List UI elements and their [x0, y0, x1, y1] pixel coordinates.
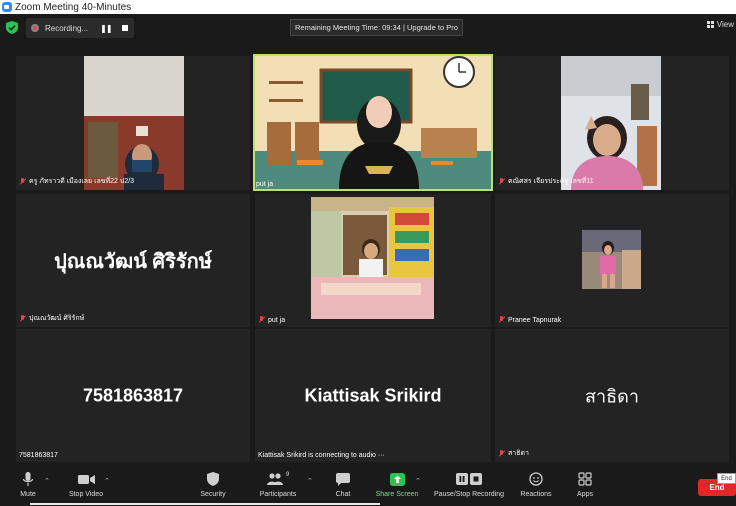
share-screen-arrow-icon	[389, 472, 405, 486]
apps-button[interactable]: Apps	[572, 471, 598, 498]
microphone-icon	[23, 471, 33, 486]
view-button[interactable]: View	[706, 20, 734, 29]
grid-view-icon	[706, 21, 714, 28]
participant-tile[interactable]: 7581863817 7581863817	[16, 329, 250, 462]
participant-tile[interactable]: สาธิดา สาธิดา	[495, 329, 729, 462]
muted-mic-icon	[498, 316, 505, 324]
muted-mic-icon	[19, 314, 26, 323]
video-options-caret-icon[interactable]: ⌃	[104, 477, 110, 485]
participants-icon	[266, 473, 283, 485]
mute-button[interactable]: Mute	[14, 471, 42, 498]
security-shield-icon	[207, 472, 219, 486]
stop-video-button[interactable]: Stop Video	[64, 471, 108, 498]
participant-tile-active-speaker[interactable]: put ja	[253, 54, 493, 191]
participant-display-name: 7581863817	[82, 385, 184, 405]
meeting-topbar: Recording... ❚❚ Remaining Meeting Time: …	[0, 14, 736, 41]
participant-video	[582, 230, 641, 289]
participants-options-caret-icon[interactable]: ⌃	[307, 477, 313, 485]
zoom-logo-icon	[2, 2, 12, 12]
muted-mic-icon	[498, 177, 505, 186]
muted-mic-icon	[258, 316, 265, 324]
shield-icon[interactable]	[6, 21, 18, 34]
pause-stop-recording-button[interactable]: Pause/Stop Recording	[430, 471, 508, 498]
muted-mic-icon	[498, 449, 505, 458]
pause-recording-icon[interactable]: ❚❚	[100, 24, 112, 33]
recording-label: Recording...	[45, 23, 89, 33]
participant-name: สาธิดา	[498, 448, 529, 459]
participant-name: put ja	[258, 316, 285, 324]
participant-display-name: ปุณณวัฒน์ ศิริรักษ์	[54, 250, 212, 273]
share-options-caret-icon[interactable]: ⌃	[415, 477, 421, 485]
apps-icon	[578, 472, 592, 486]
participant-video	[311, 197, 434, 319]
view-label: View	[716, 20, 734, 29]
recording-indicator: Recording... ❚❚	[26, 18, 134, 38]
video-gallery: ครู ภัทราวดี เมืองเลย เลขที่22 ป2/3 put …	[0, 41, 736, 465]
participant-name: ครู ภัทราวดี เมืองเลย เลขที่22 ป2/3	[19, 176, 134, 187]
participant-tile[interactable]: ครู ภัทราวดี เมืองเลย เลขที่22 ป2/3	[16, 56, 250, 190]
window-titlebar: Zoom Meeting 40-Minutes	[0, 0, 736, 14]
participant-name: put ja	[256, 181, 274, 188]
participant-display-name: Kiattisak Srikird	[304, 385, 442, 405]
meeting-toolbar: Mute ⌃ Stop Video ⌃ Security 9 Participa…	[0, 465, 736, 506]
security-button[interactable]: Security	[196, 471, 230, 498]
participant-video	[255, 56, 491, 189]
participant-tile[interactable]: Pranee Tapnurak	[495, 194, 729, 327]
participant-video	[84, 56, 184, 190]
stop-recording-icon[interactable]	[121, 25, 128, 31]
participant-name: คณิศสร เจียรประดิฐ เลขที่11	[498, 176, 594, 187]
scroll-indicator	[30, 503, 380, 505]
participant-name: 7581863817	[19, 452, 58, 459]
window-title: Zoom Meeting 40-Minutes	[15, 1, 132, 13]
participant-display-name: สาธิดา	[585, 386, 639, 406]
reactions-button[interactable]: Reactions	[518, 471, 554, 498]
participants-count: 9	[285, 472, 290, 478]
participant-video	[561, 56, 661, 190]
participant-name: Kiattisak Srikird is connecting to audio…	[258, 452, 385, 459]
mute-options-caret-icon[interactable]: ⌃	[44, 477, 50, 485]
participant-tile[interactable]: Kiattisak Srikird Kiattisak Srikird is c…	[255, 329, 491, 462]
participant-name: ปุณณวัฒน์ ศิริรักษ์	[19, 313, 84, 324]
participants-button[interactable]: 9 Participants	[256, 471, 300, 498]
remaining-time-text: Remaining Meeting Time: 09:34 | Upgrade …	[295, 23, 458, 32]
muted-mic-icon	[19, 177, 26, 186]
remaining-time-banner[interactable]: Remaining Meeting Time: 09:34 | Upgrade …	[290, 19, 463, 36]
participant-tile[interactable]: คณิศสร เจียรประดิฐ เลขที่11	[495, 56, 729, 190]
participant-name: Pranee Tapnurak	[498, 316, 561, 324]
participant-tile[interactable]: put ja	[255, 194, 491, 327]
chat-button[interactable]: Chat	[330, 471, 356, 498]
reactions-smiley-icon	[529, 472, 543, 486]
pause-stop-recording-icon	[456, 473, 482, 485]
chat-icon	[336, 472, 350, 486]
end-tooltip: End	[717, 473, 736, 484]
participant-tile[interactable]: ปุณณวัฒน์ ศิริรักษ์ ปุณณวัฒน์ ศิริรักษ์	[16, 194, 250, 327]
record-dot-icon	[31, 24, 39, 32]
video-camera-icon	[77, 474, 95, 484]
